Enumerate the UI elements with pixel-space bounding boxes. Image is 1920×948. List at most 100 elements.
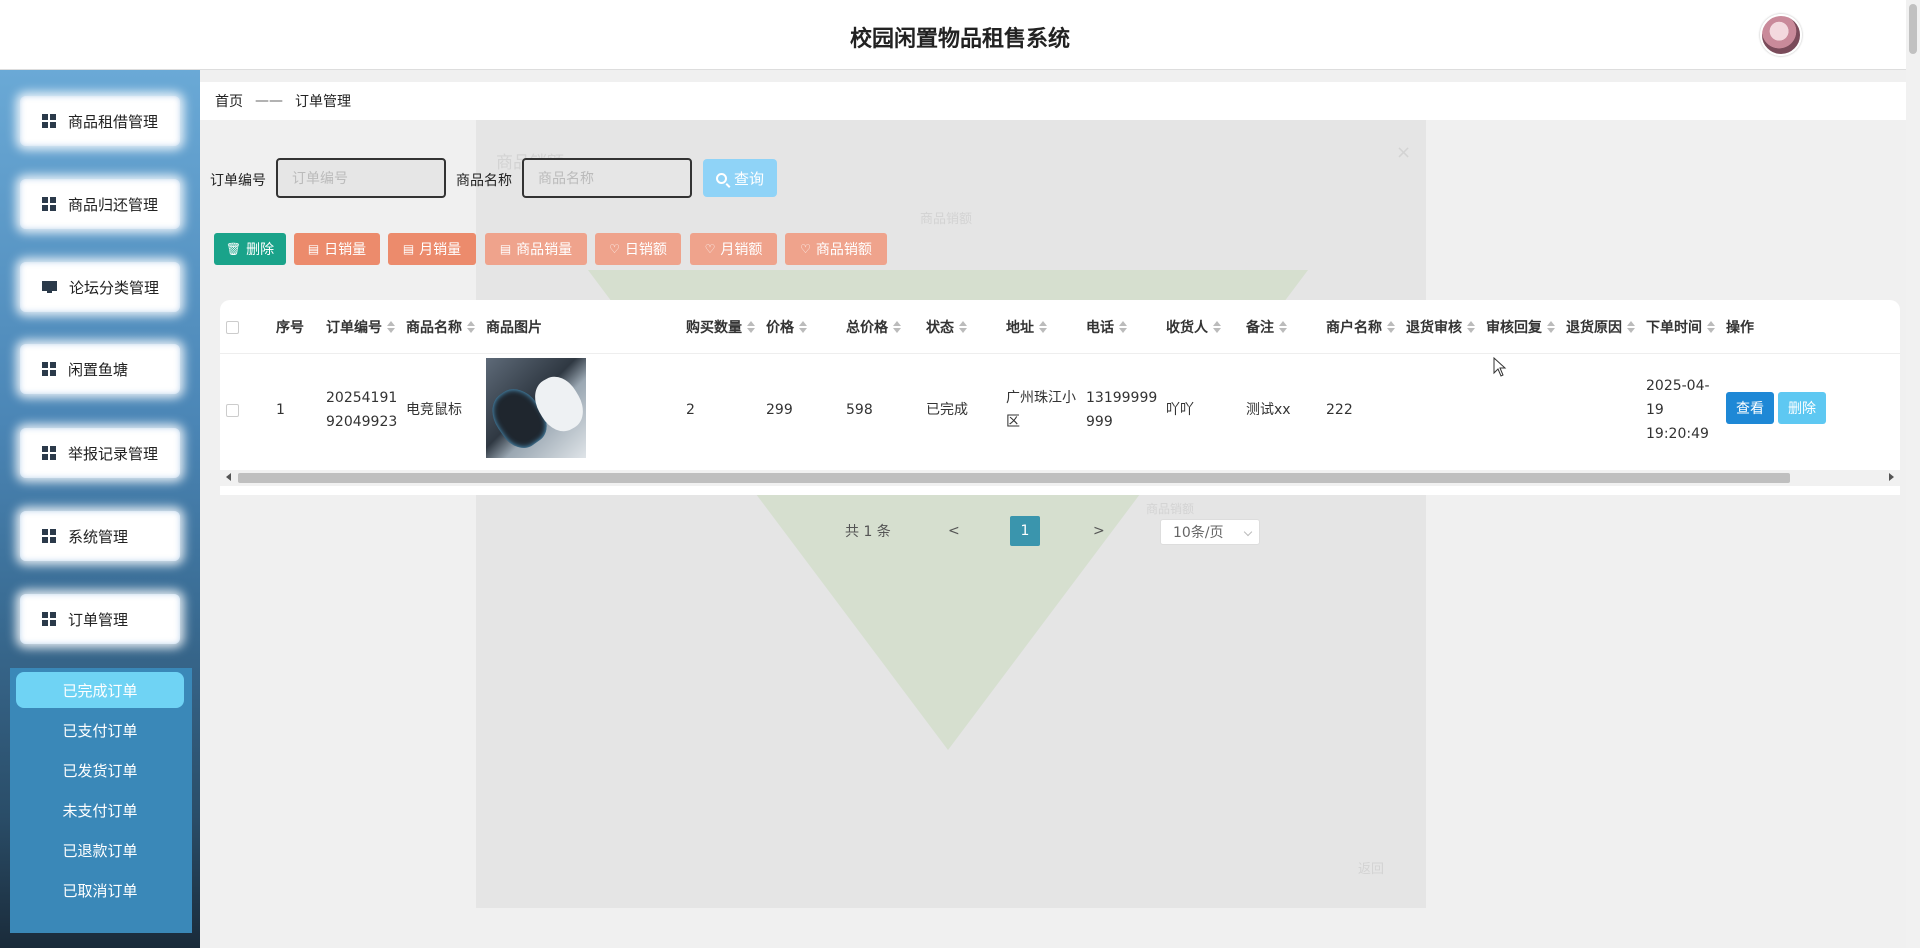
cell-order-time: 2025-04-19 19:20:49 [1646,378,1710,442]
cell-price: 299 [766,402,793,418]
cell-receiver: 吖吖 [1166,402,1194,418]
mouse-cursor-icon [1493,357,1507,377]
col-quantity[interactable]: 购买数量 [686,300,755,354]
cell-order-no: 2025419192049923 [326,390,398,430]
heart-icon: ♡ [800,242,811,256]
col-return-review[interactable]: 退货审核 [1406,300,1475,354]
product-name-label: 商品名称 [456,173,512,189]
sidebar-item-report[interactable]: 举报记录管理 [20,428,180,478]
grid-icon [42,446,56,460]
scroll-right-icon[interactable] [1889,473,1894,481]
sidebar-item-label: 举报记录管理 [68,444,159,463]
app-title: 校园闲置物品租售系统 [849,27,1070,52]
monthly-sales-amt-button[interactable]: ♡ 月销额 [690,233,777,265]
sort-icon [1279,321,1287,333]
table-header: 序号 订单编号 商品名称 商品图片 购买数量 价格 总价格 状态 地址 电话 收… [220,300,1900,354]
monthly-sales-amt-label: 月销额 [720,242,763,258]
product-name-input[interactable]: 商品名称 [522,158,692,198]
order-number-input[interactable]: 订单编号 [276,158,446,198]
cell-quantity: 2 [686,402,695,418]
page-size-value: 10条/页 [1173,525,1224,541]
sidebar: 商品租借管理 商品归还管理 论坛分类管理 闲置鱼塘 举报记录管理 系统管理 订单… [0,70,200,948]
sidebar-item-fishpond[interactable]: 闲置鱼塘 [20,344,180,394]
col-product-name[interactable]: 商品名称 [406,300,475,354]
sort-icon [747,321,755,333]
select-all-checkbox[interactable] [226,320,239,334]
close-icon: × [1396,142,1412,163]
cell-total: 598 [846,402,873,418]
chart-title: 商品销额 [920,212,973,227]
col-receiver[interactable]: 收货人 [1166,300,1221,354]
breadcrumb-current: 订单管理 [295,94,351,110]
daily-sales-amt-button[interactable]: ♡ 日销额 [595,233,681,265]
scroll-left-icon[interactable] [226,473,231,481]
pagination-page[interactable]: 1 [1010,516,1040,546]
table-horizontal-scrollbar[interactable] [220,470,1900,486]
col-review-reply[interactable]: 审核回复 [1486,300,1555,354]
grid-icon [42,529,56,543]
sort-icon [1467,321,1475,333]
query-button[interactable]: 查询 [703,159,777,197]
submenu-completed-orders[interactable]: 已完成订单 [16,672,184,708]
grid-icon [42,612,56,626]
submenu-shipped-orders[interactable]: 已发货订单 [16,752,184,788]
sort-icon [1707,321,1715,333]
row-delete-button[interactable]: 删除 [1778,392,1826,424]
chart-icon: ▤ [402,242,415,256]
daily-sales-qty-button[interactable]: ▤ 日销量 [294,233,380,265]
daily-sales-amt-label: 日销额 [624,242,667,258]
col-index: 序号 [276,320,304,336]
col-status[interactable]: 状态 [926,300,967,354]
sidebar-item-label: 订单管理 [68,610,129,629]
pagination-total: 共 1 条 [845,524,891,540]
sort-icon [1627,321,1635,333]
heart-icon: ♡ [609,242,620,256]
breadcrumb-home[interactable]: 首页 [215,91,243,111]
user-avatar[interactable] [1760,14,1802,56]
col-note[interactable]: 备注 [1246,300,1287,354]
col-order-no[interactable]: 订单编号 [326,300,395,354]
scrollbar-thumb[interactable] [238,473,1790,483]
sidebar-item-label: 商品归还管理 [68,195,159,214]
sort-icon [467,321,475,333]
col-order-time[interactable]: 下单时间 [1646,300,1715,354]
cell-phone: 13199999999 [1086,390,1158,430]
query-button-label: 查询 [733,169,764,188]
monitor-icon [42,281,57,293]
sort-icon [799,321,807,333]
cell-index: 1 [276,402,285,418]
submenu-cancelled-orders[interactable]: 已取消订单 [16,872,184,908]
heart-icon: ♡ [704,242,716,256]
view-button[interactable]: 查看 [1726,392,1774,424]
delete-button[interactable]: 🗑 删除 [214,233,286,265]
row-checkbox[interactable] [226,403,239,417]
pagination-prev[interactable]: < [948,516,960,546]
col-total[interactable]: 总价格 [846,300,901,354]
submenu-refunded-orders[interactable]: 已退款订单 [16,832,184,868]
product-sales-amt-label: 商品销额 [815,242,872,258]
product-sales-amt-button[interactable]: ♡ 商品销额 [785,233,887,265]
submenu-unpaid-orders[interactable]: 未支付订单 [16,792,184,828]
pagination-next[interactable]: > [1093,516,1105,546]
monthly-sales-qty-label: 月销量 [419,242,462,258]
col-address[interactable]: 地址 [1006,300,1047,354]
sidebar-item-system[interactable]: 系统管理 [20,511,180,561]
col-phone[interactable]: 电话 [1086,300,1127,354]
page-scrollbar[interactable] [1906,0,1920,948]
sort-icon [1119,321,1127,333]
sidebar-item-rental[interactable]: 商品租借管理 [20,96,180,146]
col-merchant[interactable]: 商户名称 [1326,300,1395,354]
product-sales-qty-button[interactable]: ▤ 商品销量 [485,233,587,265]
sidebar-item-return[interactable]: 商品归还管理 [20,179,180,229]
breadcrumb-separator: —— [255,93,283,109]
chart-icon: ▤ [499,242,512,256]
monthly-sales-qty-button[interactable]: ▤ 月销量 [388,233,476,265]
page-size-select[interactable]: 10条/页 [1160,519,1260,545]
product-image[interactable] [486,358,586,458]
scrollbar-thumb[interactable] [1909,4,1917,54]
submenu-paid-orders[interactable]: 已支付订单 [16,712,184,748]
sidebar-item-orders[interactable]: 订单管理 [20,594,180,644]
col-return-reason[interactable]: 退货原因 [1566,300,1635,354]
col-price[interactable]: 价格 [766,300,807,354]
sidebar-item-forum-category[interactable]: 论坛分类管理 [20,262,180,312]
